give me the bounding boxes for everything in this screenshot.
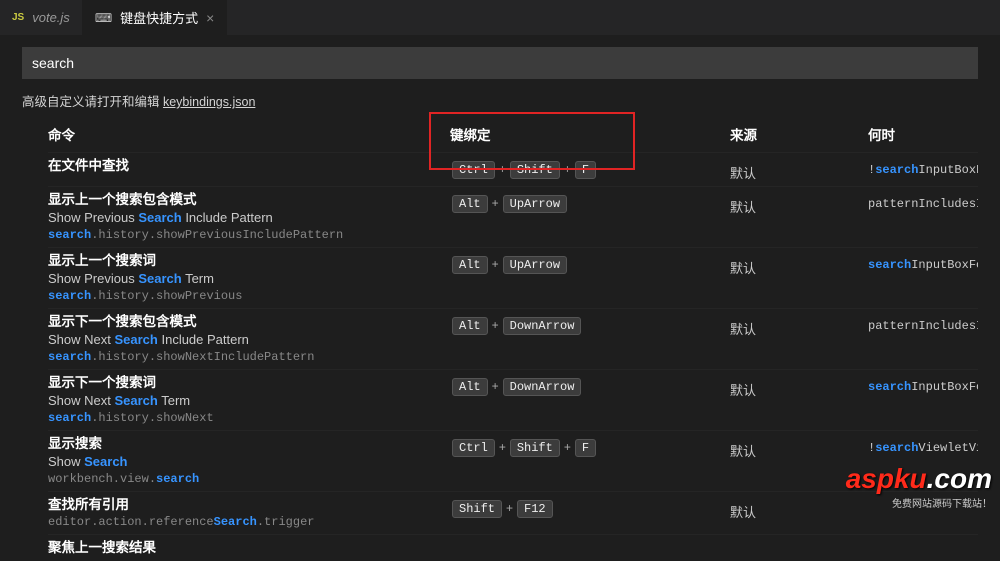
keyboard-icon: ⌨ [95,11,112,25]
table-row[interactable]: 显示下一个搜索词Show Next Search Termsearch.hist… [48,369,978,430]
command-id: search.history.showPrevious [48,288,450,304]
command-title: 显示下一个搜索包含模式 [48,313,450,331]
watermark-sub: 免费网站源码下载站！ [846,495,992,510]
tab-label: 键盘快捷方式 [120,8,198,27]
keybinding-cell: Alt+UpArrow [450,191,730,213]
keybinding-cell: Ctrl+Shift+F [450,435,730,457]
source-cell: 默认 [730,435,868,460]
key-cap: F12 [517,500,553,518]
command-cell: 显示下一个搜索词Show Next Search Termsearch.hist… [48,374,450,426]
source-cell [730,539,868,545]
keybinding-cell: Ctrl+Shift+F [450,157,730,179]
key-cap: UpArrow [503,256,567,274]
command-title: 显示上一个搜索词 [48,252,450,270]
tab-vote-js[interactable]: JS vote.js [0,0,83,35]
when-cell: !searchInputBoxFocus [868,157,978,177]
command-cell: 显示上一个搜索包含模式Show Previous Search Include … [48,191,450,243]
command-cell: 显示下一个搜索包含模式Show Next Search Include Patt… [48,313,450,365]
advanced-customize-hint: 高级自定义请打开和编辑 keybindings.json [22,91,978,110]
keybinding-cell: Shift+F12 [450,496,730,518]
key-cap: Alt [452,195,488,213]
command-cell: 显示搜索Show Searchworkbench.view.search [48,435,450,487]
col-header-command[interactable]: 命令 [48,124,450,144]
key-cap: Shift [510,161,560,179]
command-subtitle: Show Previous Search Include Pattern [48,209,450,227]
key-cap: Shift [510,439,560,457]
command-id: search.history.showNextIncludePattern [48,349,450,365]
col-header-keybinding[interactable]: 键绑定 [450,124,730,144]
command-subtitle: Show Next Search Term [48,392,450,410]
when-cell: !searchViewletVisible [868,435,978,455]
keybinding-cell [450,539,730,543]
command-id: editor.action.referenceSearch.trigger [48,514,450,530]
command-title: 显示搜索 [48,435,450,453]
key-cap: Alt [452,378,488,396]
watermark-suffix: .com [927,463,992,494]
js-file-icon: JS [12,12,24,23]
key-cap: Ctrl [452,161,495,179]
key-cap: Shift [452,500,502,518]
command-title: 在文件中查找 [48,157,450,175]
table-header: 命令 键绑定 来源 何时 [48,120,978,152]
watermark: aspku.com 免费网站源码下载站！ [846,465,992,510]
table-row[interactable]: 显示搜索Show Searchworkbench.view.searchCtrl… [48,430,978,491]
command-title: 显示上一个搜索包含模式 [48,191,450,209]
when-cell: patternIncludesInputBo [868,313,978,333]
command-title: 聚焦上一搜索结果 [48,539,450,557]
hint-text: 高级自定义请打开和编辑 [22,95,163,109]
command-id: search.history.showPreviousIncludePatter… [48,227,450,243]
keybinding-cell: Alt+UpArrow [450,252,730,274]
command-subtitle: Show Previous Search Term [48,270,450,288]
tab-bar: JS vote.js ⌨ 键盘快捷方式 × [0,0,1000,35]
command-title: 显示下一个搜索词 [48,374,450,392]
command-id: search.history.showNext [48,410,450,426]
tab-label: vote.js [32,10,70,25]
table-row[interactable]: 查找所有引用editor.action.referenceSearch.trig… [48,491,978,534]
source-cell: 默认 [730,191,868,216]
key-cap: Alt [452,256,488,274]
key-cap: DownArrow [503,378,582,396]
command-cell: 显示上一个搜索词Show Previous Search Termsearch.… [48,252,450,304]
key-cap: F [575,161,596,179]
source-cell: 默认 [730,252,868,277]
when-cell: patternIncludesInputBo [868,191,978,211]
key-cap: Ctrl [452,439,495,457]
key-cap: F [575,439,596,457]
command-subtitle: Show Next Search Include Pattern [48,331,450,349]
command-cell: 查找所有引用editor.action.referenceSearch.trig… [48,496,450,530]
col-header-when[interactable]: 何时 [868,124,978,144]
keybinding-search-input[interactable] [22,47,978,79]
table-row[interactable]: 显示上一个搜索包含模式Show Previous Search Include … [48,186,978,247]
command-id: workbench.view.search [48,471,450,487]
when-cell: searchInputBoxFocus && [868,374,978,394]
open-keybindings-json-link[interactable]: keybindings.json [163,95,255,109]
source-cell: 默认 [730,313,868,338]
when-cell: searchInputBoxFocus && [868,252,978,272]
table-row[interactable]: 在文件中查找Ctrl+Shift+F默认!searchInputBoxFocus [48,152,978,186]
table-row[interactable]: 聚焦上一搜索结果 [48,534,978,561]
command-subtitle: Show Search [48,453,450,471]
table-row[interactable]: 显示上一个搜索词Show Previous Search Termsearch.… [48,247,978,308]
when-cell [868,539,978,545]
watermark-text: aspku [846,463,927,494]
source-cell: 默认 [730,374,868,399]
key-cap: DownArrow [503,317,582,335]
keybinding-cell: Alt+DownArrow [450,313,730,335]
tab-keyboard-shortcuts[interactable]: ⌨ 键盘快捷方式 × [83,0,228,35]
key-cap: Alt [452,317,488,335]
table-row[interactable]: 显示下一个搜索包含模式Show Next Search Include Patt… [48,308,978,369]
source-cell: 默认 [730,157,868,182]
close-icon[interactable]: × [206,10,214,26]
command-cell: 在文件中查找 [48,157,450,175]
key-cap: UpArrow [503,195,567,213]
col-header-source[interactable]: 来源 [730,124,868,144]
command-cell: 聚焦上一搜索结果 [48,539,450,557]
keybinding-cell: Alt+DownArrow [450,374,730,396]
command-title: 查找所有引用 [48,496,450,514]
